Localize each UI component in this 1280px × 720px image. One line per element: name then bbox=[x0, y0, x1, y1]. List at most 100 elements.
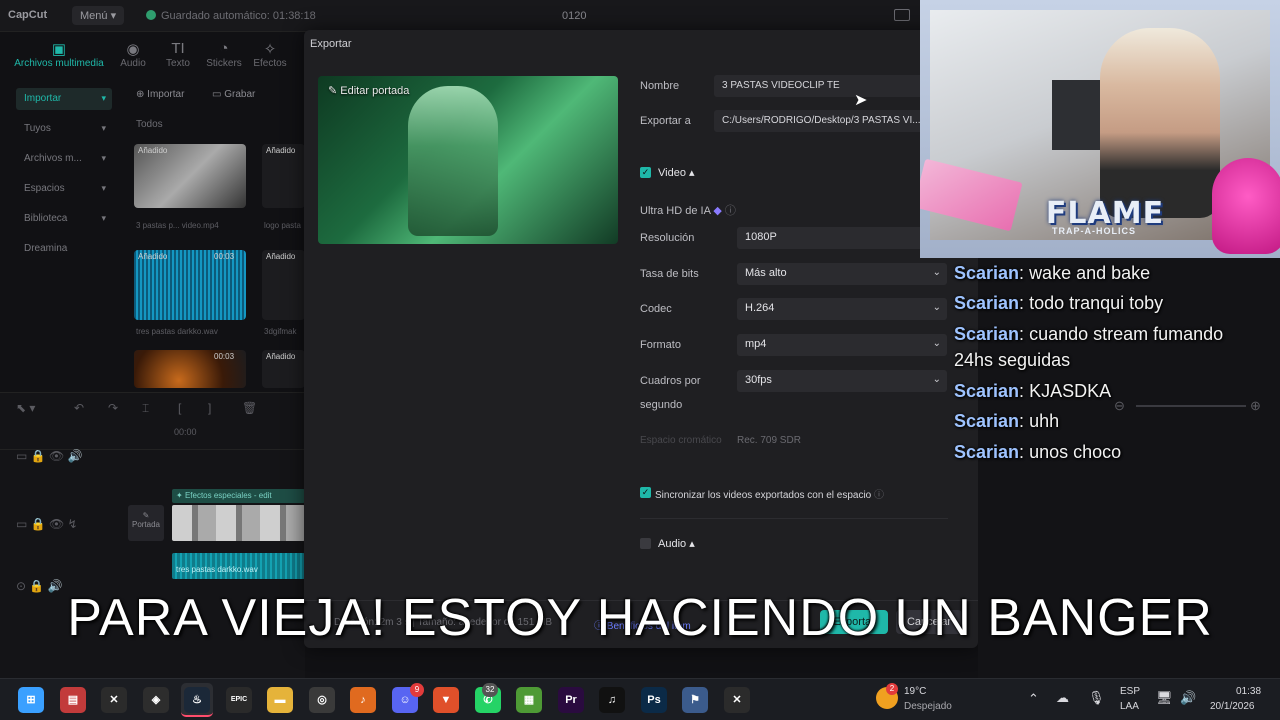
zoom-out-icon[interactable]: ⊖ bbox=[1114, 398, 1125, 414]
volume-icon[interactable]: 🔊 bbox=[1180, 690, 1196, 706]
info-icon[interactable]: ⓘ bbox=[725, 205, 736, 217]
info-icon[interactable]: ⓘ bbox=[874, 490, 884, 501]
tiktok-icon[interactable]: ♫ bbox=[599, 687, 625, 713]
format-select[interactable]: mp4 ⌄ bbox=[737, 334, 947, 356]
tab-stickers[interactable]: ◔ Stickers bbox=[201, 40, 247, 69]
delete-icon[interactable]: 🗑 bbox=[242, 401, 257, 415]
effects-track[interactable]: ✦ Efectos especiales - edit bbox=[172, 489, 305, 503]
video-label: Video bbox=[658, 167, 686, 179]
track-controls-icon[interactable]: ▭ 🔒 👁 🔊 bbox=[16, 449, 82, 463]
fps-select[interactable]: 30fps ⌄ bbox=[737, 370, 947, 392]
steam-icon[interactable]: ♨ bbox=[184, 687, 210, 713]
audio-section-label[interactable]: Audio ▴ bbox=[658, 537, 695, 550]
fl-studio-icon[interactable]: ♪ bbox=[350, 687, 376, 713]
weather-temp[interactable]: 19°C bbox=[904, 686, 926, 697]
tab-audio[interactable]: ◉ Audio bbox=[110, 40, 156, 69]
media-icon: ▣ bbox=[51, 41, 67, 58]
app-logo: CapCut bbox=[8, 9, 48, 21]
split-icon[interactable]: ⌶ bbox=[142, 401, 149, 416]
minecraft-icon[interactable]: ▦ bbox=[516, 687, 542, 713]
audio-checkbox[interactable] bbox=[640, 538, 651, 549]
cover-figure bbox=[408, 86, 498, 236]
sidebar-item-archivos[interactable]: Archivos m... ▾ bbox=[16, 148, 112, 170]
microphone-icon[interactable]: 🎙 bbox=[1088, 690, 1105, 706]
audio-icon: ◉ bbox=[126, 41, 140, 58]
autosave-status: Guardado automático: 01:38:18 bbox=[146, 10, 316, 22]
chevron-down-icon: ▾ bbox=[101, 153, 106, 163]
cover-label: Portada bbox=[131, 520, 161, 529]
media-item[interactable]: Añadido bbox=[262, 350, 305, 388]
premiere-icon[interactable]: Pr bbox=[558, 687, 584, 713]
tab-archivos-multimedia[interactable]: ▣ Archivos multimedia bbox=[10, 40, 108, 69]
undo-icon[interactable]: ↶ bbox=[74, 401, 84, 415]
weather-desc[interactable]: Despejado bbox=[904, 701, 952, 712]
media-item[interactable]: Añadido bbox=[262, 144, 305, 208]
discord-badge: 9 bbox=[410, 683, 424, 697]
chevron-up-icon: ▴ bbox=[689, 167, 695, 179]
clock-date[interactable]: 20/1/2026 bbox=[1210, 701, 1255, 712]
brave-icon[interactable]: ▼ bbox=[433, 687, 459, 713]
photoshop-icon[interactable]: Ps bbox=[641, 687, 667, 713]
layout-icon[interactable] bbox=[894, 9, 910, 21]
language-1[interactable]: ESP bbox=[1120, 686, 1140, 697]
chevron-up-icon: ▴ bbox=[689, 538, 695, 550]
media-item[interactable]: Añadido bbox=[134, 144, 246, 208]
network-icon[interactable]: 🖥 bbox=[1156, 690, 1173, 706]
capcut-active-icon[interactable]: ✕ bbox=[724, 687, 750, 713]
sidebar-item-importar[interactable]: Importar ▾ bbox=[16, 88, 112, 110]
sidebar-item-label: Dreamina bbox=[24, 243, 68, 254]
pointer-icon[interactable]: ⬉ ▾ bbox=[16, 401, 35, 415]
chevron-down-icon: ⌄ bbox=[932, 374, 941, 385]
video-section-label[interactable]: Video ▴ bbox=[658, 166, 695, 179]
language-2[interactable]: LAA bbox=[1120, 701, 1139, 712]
sync-label[interactable]: Sincronizar los videos exportados con el… bbox=[655, 486, 884, 501]
davinci-icon[interactable]: ◈ bbox=[143, 687, 169, 713]
counter-strike-icon[interactable]: ⚑ bbox=[682, 687, 708, 713]
import-button[interactable]: ⊕ Importar bbox=[136, 89, 184, 100]
sidebar-item-espacios[interactable]: Espacios ▾ bbox=[16, 178, 112, 200]
sidebar-item-dreamina[interactable]: Dreamina bbox=[16, 238, 112, 260]
clock-time[interactable]: 01:38 bbox=[1236, 686, 1261, 697]
dialog-title: Exportar bbox=[310, 38, 352, 50]
zoom-in-icon[interactable]: ⊕ bbox=[1250, 398, 1261, 414]
cloud-icon[interactable]: ☁ bbox=[1056, 690, 1069, 706]
chat-message: Scarian: unos choco bbox=[954, 442, 1122, 462]
media-item[interactable]: Añadido bbox=[262, 250, 305, 320]
sync-checkbox[interactable]: ✓ bbox=[640, 487, 651, 498]
edit-cover-button[interactable]: ✎ Editar portada bbox=[328, 84, 409, 97]
added-tag: Añadido bbox=[266, 352, 296, 361]
audio-clip[interactable]: tres pastas darkko.wav bbox=[172, 553, 305, 579]
redo-icon[interactable]: ↷ bbox=[108, 401, 118, 415]
format-label: Formato bbox=[640, 339, 681, 351]
sidebar-item-biblioteca[interactable]: Biblioteca ▾ bbox=[16, 208, 112, 230]
bitrate-select[interactable]: Más alto ⌄ bbox=[737, 263, 947, 285]
codec-select[interactable]: H.264 ⌄ bbox=[737, 298, 947, 320]
windows-start-icon[interactable]: ⊞ bbox=[18, 687, 44, 713]
flame-logo: FLAME bbox=[1045, 196, 1165, 231]
tab-efectos[interactable]: ✧ Efectos bbox=[247, 40, 293, 69]
media-item[interactable]: 00:03 bbox=[134, 350, 246, 388]
zoom-slider[interactable] bbox=[1136, 405, 1246, 407]
whatsapp-badge: 32 bbox=[482, 683, 498, 697]
tab-texto[interactable]: TI Texto bbox=[155, 40, 201, 69]
menu-button[interactable]: Menú ▾ bbox=[72, 6, 125, 25]
capcut-icon[interactable]: ✕ bbox=[101, 687, 127, 713]
cover-preview[interactable]: ✎ Editar portada bbox=[318, 76, 618, 244]
track-label: Efectos especiales - edit bbox=[184, 491, 272, 500]
obs-icon[interactable]: ◎ bbox=[309, 687, 335, 713]
trim-left-icon[interactable]: [ bbox=[178, 401, 181, 415]
tab-label: Texto bbox=[166, 58, 190, 69]
record-button[interactable]: ▭ Grabar bbox=[212, 89, 255, 100]
cover-button[interactable]: ✎ Portada bbox=[128, 505, 164, 541]
stream-subtitle: PARA VIEJA! ESTOY HACIENDO UN BANGER bbox=[67, 589, 1213, 647]
video-clip[interactable] bbox=[172, 505, 305, 541]
folder-icon[interactable]: ▬ bbox=[267, 687, 293, 713]
file-manager-icon[interactable]: ▤ bbox=[60, 687, 86, 713]
epic-games-icon[interactable]: EPIC bbox=[226, 687, 252, 713]
trim-right-icon[interactable]: ] bbox=[208, 401, 211, 415]
media-item[interactable]: Añadido 00:03 bbox=[134, 250, 246, 320]
video-checkbox[interactable]: ✓ bbox=[640, 167, 651, 178]
track-controls-icon[interactable]: ▭ 🔒 👁 ↯ bbox=[16, 517, 78, 531]
chevron-up-icon[interactable]: ⌃ bbox=[1028, 691, 1039, 707]
sidebar-item-tuyos[interactable]: Tuyos ▾ bbox=[16, 118, 112, 140]
